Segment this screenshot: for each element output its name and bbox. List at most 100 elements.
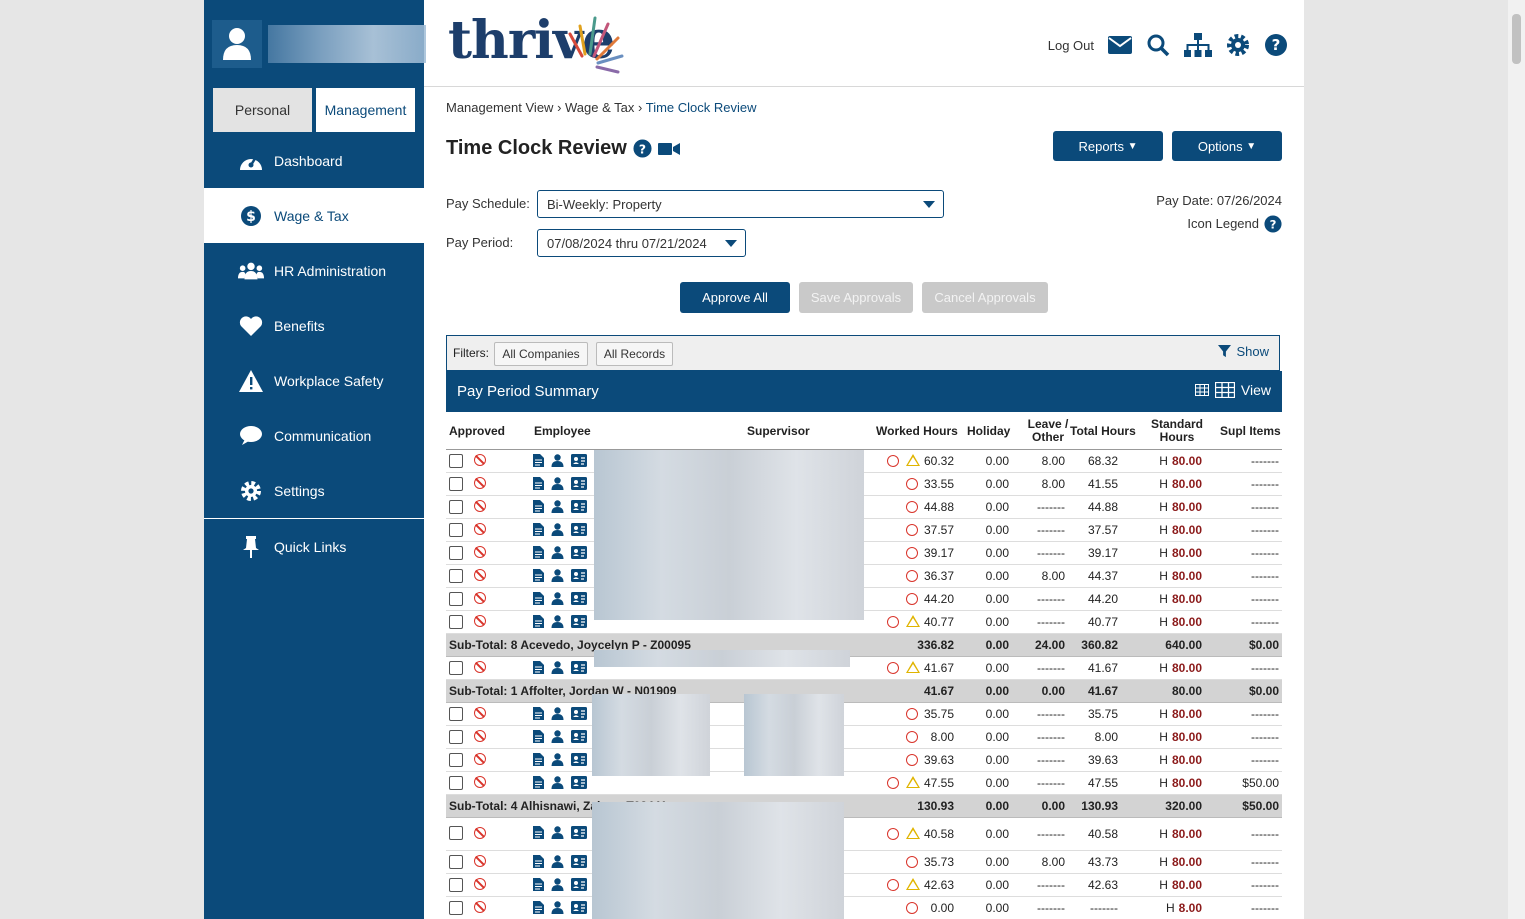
approve-checkbox[interactable]: [449, 546, 463, 560]
reject-icon[interactable]: [474, 523, 486, 535]
col-employee[interactable]: Employee: [534, 424, 591, 438]
document-icon[interactable]: [533, 826, 544, 839]
sidebar-item-wage-tax[interactable]: $ Wage & Tax: [204, 188, 424, 243]
col-total-hours[interactable]: Total Hours: [1070, 424, 1136, 438]
circle-alert-icon[interactable]: [906, 478, 918, 490]
approve-checkbox[interactable]: [449, 454, 463, 468]
id-card-icon[interactable]: [571, 826, 587, 839]
document-icon[interactable]: [533, 901, 544, 914]
reject-icon[interactable]: [474, 454, 486, 466]
reject-icon[interactable]: [474, 500, 486, 512]
tab-management[interactable]: Management: [316, 88, 415, 132]
search-icon[interactable]: [1146, 33, 1170, 57]
person-icon[interactable]: [551, 477, 564, 490]
reject-icon[interactable]: [474, 730, 486, 742]
reject-icon[interactable]: [474, 901, 486, 913]
warning-triangle-icon[interactable]: [906, 827, 920, 839]
sidebar-item-dashboard[interactable]: Dashboard: [204, 133, 424, 188]
approve-checkbox[interactable]: [449, 500, 463, 514]
reject-icon[interactable]: [474, 661, 486, 673]
document-icon[interactable]: [533, 878, 544, 891]
help-icon[interactable]: ?: [1264, 214, 1282, 233]
mail-icon[interactable]: [1108, 36, 1132, 54]
circle-alert-icon[interactable]: [887, 828, 899, 840]
circle-alert-icon[interactable]: [906, 754, 918, 766]
breadcrumb-wage-tax[interactable]: Wage & Tax: [565, 100, 634, 115]
avatar[interactable]: [212, 20, 262, 68]
warning-triangle-icon[interactable]: [906, 454, 920, 466]
id-card-icon[interactable]: [571, 477, 587, 490]
approve-checkbox[interactable]: [449, 753, 463, 767]
approve-checkbox[interactable]: [449, 776, 463, 790]
person-icon[interactable]: [551, 776, 564, 789]
reports-dropdown-button[interactable]: Reports ▼: [1053, 131, 1163, 161]
reject-icon[interactable]: [474, 753, 486, 765]
person-icon[interactable]: [551, 592, 564, 605]
scrollbar-thumb[interactable]: [1512, 14, 1521, 64]
approve-checkbox[interactable]: [449, 523, 463, 537]
reject-icon[interactable]: [474, 776, 486, 788]
document-icon[interactable]: [533, 477, 544, 490]
id-card-icon[interactable]: [571, 500, 587, 513]
reject-icon[interactable]: [474, 615, 486, 627]
circle-alert-icon[interactable]: [906, 593, 918, 605]
sidebar-item-workplace-safety[interactable]: Workplace Safety: [204, 353, 424, 408]
approve-checkbox[interactable]: [449, 901, 463, 915]
circle-alert-icon[interactable]: [906, 547, 918, 559]
person-icon[interactable]: [551, 901, 564, 914]
approve-all-button[interactable]: Approve All: [680, 282, 790, 313]
page-scrollbar[interactable]: [1508, 0, 1525, 919]
document-icon[interactable]: [533, 730, 544, 743]
document-icon[interactable]: [533, 661, 544, 674]
person-icon[interactable]: [551, 569, 564, 582]
approve-checkbox[interactable]: [449, 826, 463, 840]
person-icon[interactable]: [551, 661, 564, 674]
approve-checkbox[interactable]: [449, 878, 463, 892]
document-icon[interactable]: [533, 707, 544, 720]
document-icon[interactable]: [533, 546, 544, 559]
person-icon[interactable]: [551, 454, 564, 467]
col-standard-hours[interactable]: Standard Hours: [1146, 418, 1208, 444]
id-card-icon[interactable]: [571, 615, 587, 628]
filter-all-companies[interactable]: All Companies: [494, 342, 588, 366]
person-icon[interactable]: [551, 826, 564, 839]
logout-link[interactable]: Log Out: [1048, 38, 1094, 53]
org-chart-icon[interactable]: [1184, 33, 1212, 57]
id-card-icon[interactable]: [571, 454, 587, 467]
person-icon[interactable]: [551, 855, 564, 868]
document-icon[interactable]: [533, 855, 544, 868]
grid-small-icon[interactable]: [1194, 384, 1209, 396]
warning-triangle-icon[interactable]: [906, 615, 920, 627]
id-card-icon[interactable]: [571, 730, 587, 743]
circle-alert-icon[interactable]: [906, 856, 918, 868]
approve-checkbox[interactable]: [449, 615, 463, 629]
reject-icon[interactable]: [474, 569, 486, 581]
id-card-icon[interactable]: [571, 523, 587, 536]
warning-triangle-icon[interactable]: [906, 661, 920, 673]
circle-alert-icon[interactable]: [906, 501, 918, 513]
document-icon[interactable]: [533, 454, 544, 467]
circle-alert-icon[interactable]: [887, 455, 899, 467]
approve-checkbox[interactable]: [449, 730, 463, 744]
id-card-icon[interactable]: [571, 592, 587, 605]
id-card-icon[interactable]: [571, 707, 587, 720]
warning-triangle-icon[interactable]: [906, 776, 920, 788]
circle-alert-icon[interactable]: [887, 777, 899, 789]
sidebar-item-communication[interactable]: Communication: [204, 408, 424, 463]
document-icon[interactable]: [533, 500, 544, 513]
breadcrumb-management-view[interactable]: Management View: [446, 100, 553, 115]
person-icon[interactable]: [551, 878, 564, 891]
document-icon[interactable]: [533, 523, 544, 536]
filter-all-records[interactable]: All Records: [596, 342, 673, 366]
sidebar-item-benefits[interactable]: Benefits: [204, 298, 424, 353]
id-card-icon[interactable]: [571, 901, 587, 914]
reject-icon[interactable]: [474, 878, 486, 890]
help-icon[interactable]: ?: [1264, 33, 1288, 57]
person-icon[interactable]: [551, 615, 564, 628]
thrive-logo[interactable]: thrive: [448, 10, 624, 74]
id-card-icon[interactable]: [571, 855, 587, 868]
pay-schedule-select[interactable]: Bi-Weekly: Property: [537, 190, 944, 218]
id-card-icon[interactable]: [571, 753, 587, 766]
document-icon[interactable]: [533, 592, 544, 605]
person-icon[interactable]: [551, 730, 564, 743]
